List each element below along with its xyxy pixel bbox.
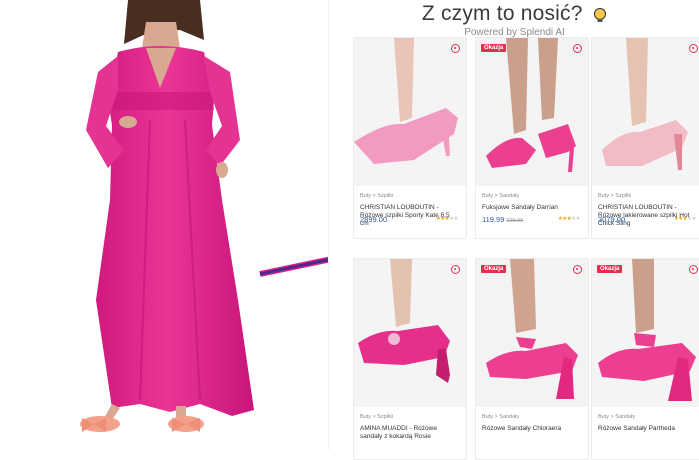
product-card[interactable]: Buty > Szpilki AMINA MUADDI - Różowe san…	[353, 258, 467, 460]
product-image	[354, 38, 466, 186]
product-name[interactable]: Różowe Sandały Chloraera	[482, 425, 582, 433]
product-name[interactable]: AMINA MUADDI - Różowe sandały z kokardą …	[360, 425, 460, 441]
product-price: 2899.00	[360, 215, 388, 224]
dress-model-illustration	[80, 0, 254, 432]
target-icon[interactable]	[573, 265, 582, 274]
recommendations-panel: Z czym to nosić? Powered by Splendi AI B…	[328, 0, 699, 460]
product-breadcrumb: Buty > Szpilki	[598, 193, 632, 199]
rating-stars: ★★★★★	[673, 216, 697, 222]
product-image	[354, 259, 466, 407]
product-price: 3079.00	[598, 215, 626, 224]
product-card[interactable]: Okazja Buty > Sandały Różowe Sandały Chl…	[475, 258, 589, 460]
lightbulb-icon	[594, 7, 607, 22]
product-image	[592, 38, 699, 186]
product-price: 119.99 229.99	[482, 215, 524, 224]
rating-stars: ★★★★★	[557, 216, 581, 222]
product-card[interactable]: Okazja Buty > Sandały Różowe Sandały Par…	[591, 258, 699, 460]
panel-title: Z czym to nosić?	[421, 2, 583, 25]
product-card[interactable]: Buty > Szpilki CHRISTIAN LOUBOUTIN - Róż…	[591, 37, 699, 239]
product-image	[476, 259, 588, 407]
target-icon[interactable]	[689, 44, 698, 53]
product-card[interactable]: Okazja Buty > Sandały Fuksjowe Sandały D…	[475, 37, 589, 239]
deal-badge: Okazja	[481, 265, 507, 273]
product-image	[476, 38, 588, 186]
product-name[interactable]: Różowe Sandały Partheda	[598, 425, 698, 433]
product-breadcrumb: Buty > Szpilki	[360, 193, 394, 199]
product-name[interactable]: Fuksjowe Sandały Darrian	[482, 204, 582, 212]
product-image	[592, 259, 699, 407]
outfit-photo	[0, 0, 328, 450]
deal-badge: Okazja	[481, 44, 507, 52]
panel-header: Z czym to nosić?	[329, 2, 699, 26]
product-breadcrumb: Buty > Sandały	[598, 414, 636, 420]
product-breadcrumb: Buty > Sandały	[482, 193, 520, 199]
target-icon[interactable]	[451, 44, 460, 53]
target-icon[interactable]	[689, 265, 698, 274]
product-card[interactable]: Buty > Szpilki CHRISTIAN LOUBOUTIN - Róż…	[353, 37, 467, 239]
deal-badge: Okazja	[597, 265, 623, 273]
product-breadcrumb: Buty > Sandały	[482, 414, 520, 420]
product-breadcrumb: Buty > Szpilki	[360, 414, 394, 420]
target-icon[interactable]	[451, 265, 460, 274]
rating-stars: ★★★★★	[435, 216, 459, 222]
target-icon[interactable]	[573, 44, 582, 53]
